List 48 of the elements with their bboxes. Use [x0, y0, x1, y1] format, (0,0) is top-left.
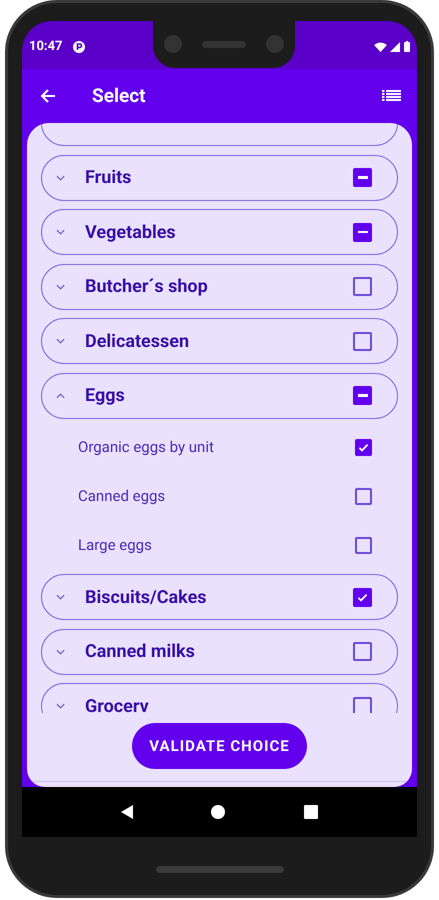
chevron-down-icon [56, 174, 65, 180]
subcategory-label: Organic eggs by unit [78, 437, 215, 458]
category-row[interactable]: Biscuits/Cakes [41, 574, 398, 620]
chevron-down-icon [56, 703, 65, 709]
chevron-up-icon [56, 392, 65, 398]
notification-icon [72, 40, 84, 52]
recents-icon[interactable] [304, 805, 318, 819]
battery-icon [404, 41, 410, 52]
chevron-down-icon [56, 648, 65, 654]
category-row[interactable]: Fruits [41, 154, 398, 200]
back-icon[interactable] [121, 805, 134, 819]
category-row[interactable]: Delicatessen [41, 318, 398, 364]
category-label: Grocerv [85, 694, 150, 713]
category-label: Canned milks [85, 640, 196, 664]
chevron-down-icon [56, 229, 65, 235]
category-label: Biscuits/Cakes [85, 586, 208, 610]
checkbox[interactable] [355, 488, 372, 505]
category-label: Vegetables [85, 220, 177, 244]
category-label: Eggs [85, 384, 126, 408]
category-row[interactable]: Eggs [41, 372, 398, 418]
subcategory-label: Large eggs [78, 535, 153, 556]
chevron-down-icon [56, 594, 65, 600]
list-view-button[interactable] [382, 89, 401, 103]
category-label: Fruits [85, 166, 132, 190]
category-label: Butcher´s shop [85, 275, 209, 299]
wifi-icon [374, 42, 387, 52]
validate-button[interactable]: VALIDATE CHOICE [132, 723, 307, 769]
checkbox[interactable] [353, 168, 372, 187]
signal-icon [390, 42, 400, 52]
chevron-down-icon [56, 338, 65, 344]
status-time: 10:47 [29, 38, 62, 56]
category-label: Delicatessen [85, 330, 190, 354]
checkbox[interactable] [355, 438, 372, 456]
checkbox[interactable] [353, 642, 372, 661]
subcategory-label: Canned eggs [78, 486, 166, 507]
category-row[interactable]: Butcher´s shop [41, 264, 398, 310]
home-icon[interactable] [211, 805, 226, 819]
app-bar-title: Select [92, 82, 146, 109]
checkbox[interactable] [353, 277, 372, 296]
chevron-down-icon [56, 284, 65, 290]
category-row[interactable]: Vegetables [41, 209, 398, 255]
checkbox[interactable] [353, 386, 372, 405]
checkbox[interactable] [353, 588, 372, 606]
checkbox[interactable] [353, 332, 372, 350]
checkbox[interactable] [353, 696, 372, 713]
category-row[interactable]: Canned milks [41, 628, 398, 674]
checkbox[interactable] [355, 536, 372, 554]
checkbox[interactable] [353, 222, 372, 242]
